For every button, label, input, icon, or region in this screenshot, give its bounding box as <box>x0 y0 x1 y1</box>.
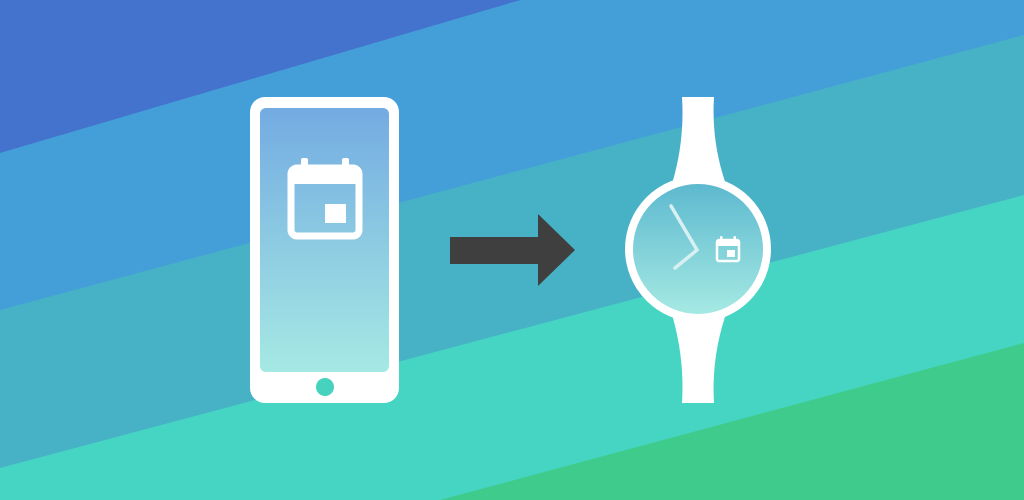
smartphone-icon <box>250 97 399 403</box>
phone-screen <box>260 108 389 372</box>
phone-home-button <box>316 378 334 396</box>
illustration <box>0 0 1024 500</box>
banner <box>0 0 1024 500</box>
